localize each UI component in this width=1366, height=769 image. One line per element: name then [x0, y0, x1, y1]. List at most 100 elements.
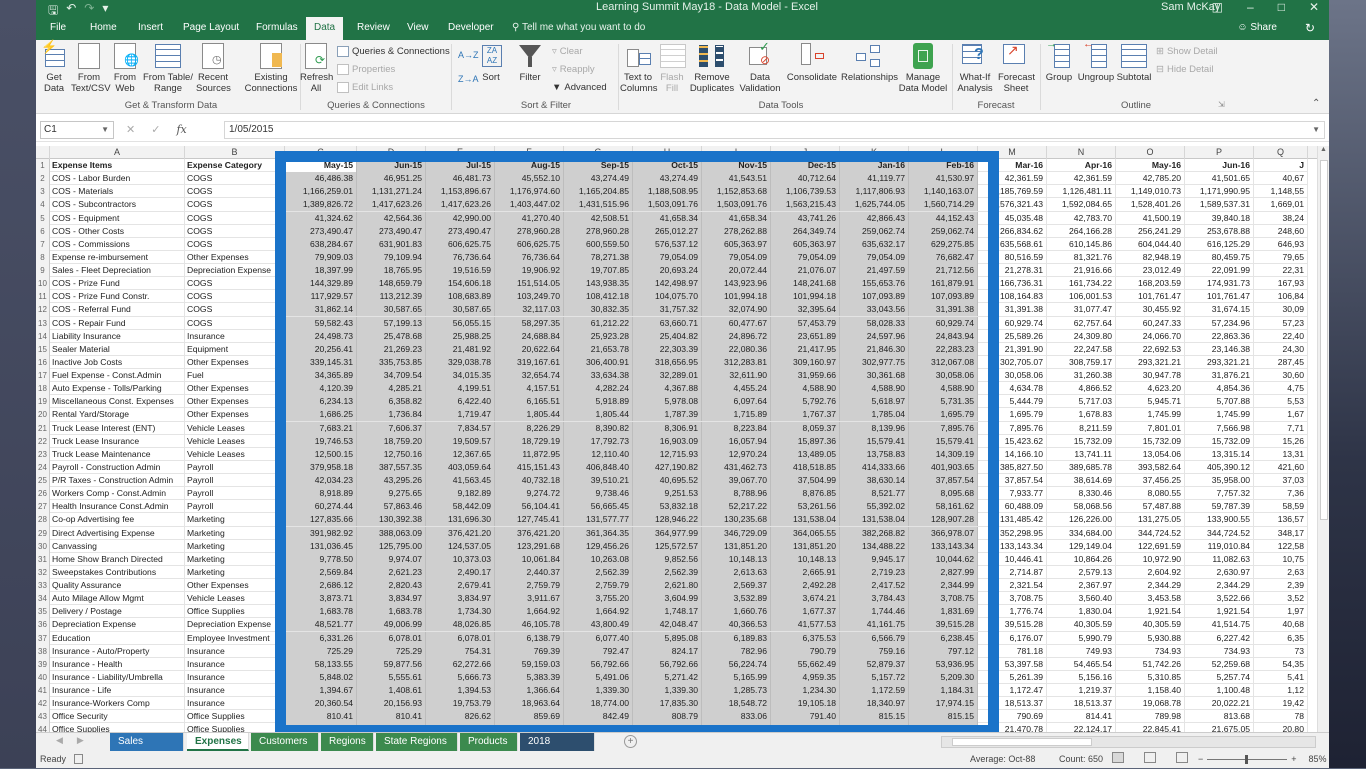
cell[interactable]: 61,212.22: [564, 316, 633, 330]
cell[interactable]: 6,35: [1254, 631, 1308, 645]
cell[interactable]: 3,755.20: [564, 592, 633, 606]
column-title-cell[interactable]: Expense Category: [185, 159, 285, 172]
sheet-tab[interactable]: Customers: [251, 733, 319, 751]
cell[interactable]: Canvassing: [50, 539, 185, 553]
cell[interactable]: 57,234.96: [1185, 316, 1254, 330]
cell[interactable]: 148,659.79: [357, 277, 426, 291]
cell[interactable]: COGS: [185, 185, 285, 199]
cell[interactable]: 4,588.90: [909, 382, 978, 396]
sheet-tab[interactable]: Products: [460, 733, 518, 751]
column-header[interactable]: L: [909, 146, 978, 159]
cell[interactable]: 32,117.03: [495, 303, 564, 317]
cell[interactable]: 131,538.04: [840, 513, 909, 527]
sheet-tab[interactable]: 2018 Budgets: [520, 733, 595, 765]
cell[interactable]: Other Expenses: [185, 382, 285, 396]
cell[interactable]: 1,131,271.24: [357, 185, 426, 199]
cell[interactable]: 168,203.59: [1116, 277, 1185, 291]
cell[interactable]: 1,736.84: [357, 408, 426, 422]
cell[interactable]: 6,138.79: [495, 631, 564, 645]
cell[interactable]: 9,738.46: [564, 487, 633, 501]
cell[interactable]: [702, 723, 771, 732]
cancel-icon[interactable]: ✕: [126, 121, 135, 139]
row-header[interactable]: 35: [36, 605, 49, 618]
cell[interactable]: 5,717.03: [1047, 395, 1116, 409]
row-header[interactable]: 37: [36, 632, 49, 645]
cell[interactable]: 1,12: [1254, 684, 1308, 697]
cell[interactable]: 43,274.49: [564, 172, 633, 186]
cell[interactable]: 57,453.79: [771, 316, 840, 330]
cell[interactable]: 6,375.53: [771, 631, 840, 645]
cell[interactable]: 725.29: [357, 644, 426, 658]
horizontal-scrollbar[interactable]: [941, 736, 1316, 748]
cell[interactable]: 6,077.40: [564, 631, 633, 645]
cell[interactable]: 31,757.32: [633, 303, 702, 317]
cell[interactable]: 306,400.91: [564, 355, 633, 369]
existing-connections-button[interactable]: Existing Connections: [244, 43, 298, 94]
cell[interactable]: 10,148.13: [771, 552, 840, 566]
cell[interactable]: 73: [1254, 644, 1308, 658]
cell[interactable]: 30,361.68: [840, 369, 909, 382]
cell[interactable]: 76,682.47: [909, 250, 978, 264]
cell[interactable]: 4,120.39: [285, 382, 357, 396]
cell[interactable]: 24,309.80: [1047, 329, 1116, 343]
cell[interactable]: 1,767.37: [771, 408, 840, 422]
cell[interactable]: 31,862.14: [285, 303, 357, 317]
cell[interactable]: COGS: [185, 198, 285, 212]
cell[interactable]: 48,521.77: [285, 618, 357, 632]
cell[interactable]: 5,848.02: [285, 670, 357, 684]
cell[interactable]: Payroll: [185, 487, 285, 501]
row-header[interactable]: 30: [36, 540, 49, 553]
cell[interactable]: 24,30: [1254, 342, 1308, 356]
manage-data-model-button[interactable]: Manage Data Model: [898, 43, 948, 94]
select-all-corner[interactable]: [36, 146, 50, 159]
cell[interactable]: 9,275.65: [357, 487, 426, 501]
cell[interactable]: 21,391.90: [978, 342, 1047, 356]
cell[interactable]: Quality Assurance: [50, 579, 185, 592]
cell[interactable]: 13,31: [1254, 447, 1308, 461]
dialog-launcher-icon[interactable]: ⇲: [1218, 100, 1225, 109]
column-header[interactable]: A: [50, 146, 185, 159]
cell[interactable]: 56,055.15: [426, 316, 495, 330]
cell[interactable]: 161,734.22: [1047, 277, 1116, 291]
cell[interactable]: Health Insurance Const.Admin: [50, 500, 185, 514]
column-header[interactable]: Q: [1254, 146, 1308, 159]
cell[interactable]: 1,683.78: [285, 605, 357, 619]
cell[interactable]: 6,165.51: [495, 395, 564, 409]
cell[interactable]: COGS: [185, 303, 285, 317]
cell[interactable]: Office Supplies: [185, 605, 285, 619]
cell[interactable]: Other Expenses: [185, 579, 285, 592]
cell[interactable]: 4,199.51: [426, 382, 495, 396]
column-title-cell[interactable]: May-15: [285, 159, 357, 172]
cell[interactable]: 53,397.58: [978, 657, 1047, 671]
next-sheet-icon[interactable]: ▶: [77, 735, 84, 746]
cell[interactable]: 56,224.74: [702, 657, 771, 671]
cell[interactable]: 635,568.61: [978, 237, 1047, 251]
subtotal-button[interactable]: Subtotal: [1116, 43, 1152, 83]
cell[interactable]: 5,53: [1254, 395, 1308, 409]
cell[interactable]: 25,923.28: [564, 329, 633, 343]
cell[interactable]: 55,662.49: [771, 657, 840, 671]
cell[interactable]: 30,60: [1254, 369, 1308, 382]
cell[interactable]: 1,394.67: [285, 684, 357, 697]
column-header[interactable]: F: [495, 146, 564, 159]
normal-view-icon[interactable]: [1112, 752, 1124, 763]
row-header[interactable]: 41: [36, 684, 49, 697]
cell[interactable]: COS - Materials: [50, 185, 185, 199]
cell[interactable]: 22,692.53: [1116, 342, 1185, 356]
cell[interactable]: Insurance - Life: [50, 684, 185, 697]
row-header[interactable]: 40: [36, 671, 49, 684]
cell[interactable]: 21,269.23: [357, 342, 426, 356]
row-header[interactable]: 23: [36, 448, 49, 461]
cell[interactable]: 759.16: [840, 644, 909, 658]
cell[interactable]: 6,227.42: [1185, 631, 1254, 645]
cell[interactable]: Vehicle Leases: [185, 434, 285, 448]
cell[interactable]: 9,945.17: [840, 552, 909, 566]
cell[interactable]: 15,732.09: [1116, 434, 1185, 448]
cell[interactable]: 43,741.26: [771, 211, 840, 225]
cell[interactable]: 2,579.13: [1047, 565, 1116, 579]
cell[interactable]: 21,653.78: [564, 342, 633, 356]
cell[interactable]: 130,392.38: [357, 513, 426, 527]
row-header[interactable]: 6: [36, 225, 49, 238]
cell[interactable]: 17,792.73: [564, 434, 633, 448]
cell[interactable]: 21,916.66: [1047, 264, 1116, 277]
